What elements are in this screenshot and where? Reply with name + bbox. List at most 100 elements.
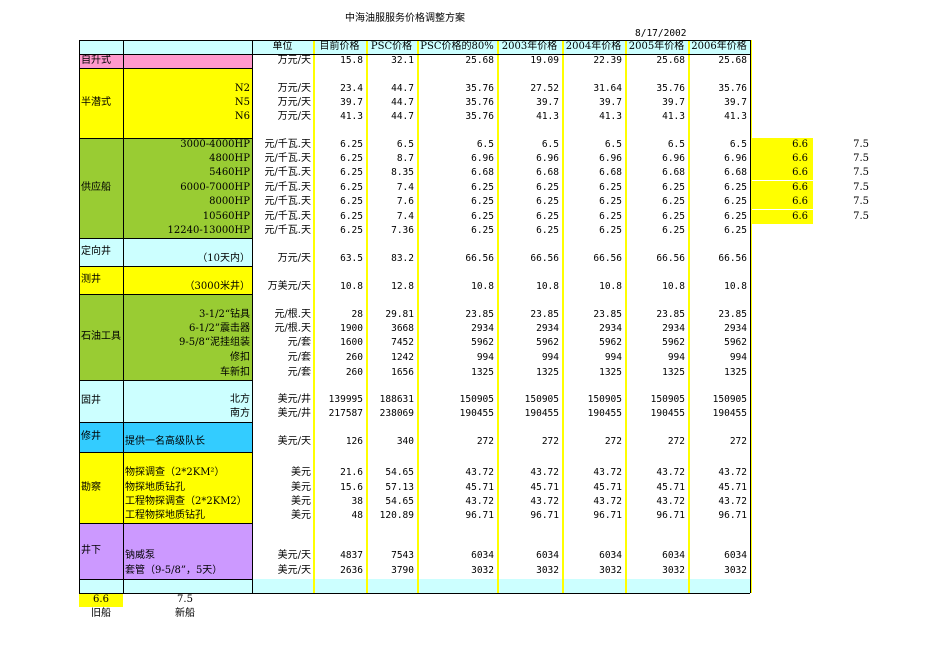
price-cell: 272	[476, 436, 494, 447]
price-cell: 6.68	[536, 167, 559, 178]
row-description: 3000-4000HP	[180, 139, 250, 150]
price-cell: 43.72	[656, 467, 685, 478]
column-header: 2006年价格	[691, 41, 747, 52]
row-unit: 美元/天	[277, 565, 311, 576]
row-unit: 元/根.天	[274, 323, 311, 334]
price-cell: 8.35	[391, 167, 414, 178]
price-cell: 188631	[379, 394, 414, 405]
price-cell: 4837	[340, 550, 363, 561]
price-cell: 7.4	[396, 211, 414, 222]
price-cell: 96.71	[718, 510, 747, 521]
price-cell: 3032	[599, 565, 622, 576]
price-cell: 1325	[662, 367, 685, 378]
column-header: 单位	[272, 41, 293, 52]
column-header: 目前价格	[319, 41, 360, 52]
price-cell: 190455	[650, 408, 685, 419]
column-header: PSC价格	[370, 41, 413, 52]
column-header: 2005年价格	[628, 41, 685, 52]
price-cell: 25.68	[656, 55, 685, 66]
price-cell: 6.68	[471, 167, 494, 178]
row-description: 工程物探调查（2*2KM2）	[125, 496, 247, 507]
price-cell: 126	[345, 436, 363, 447]
price-cell: 150905	[459, 394, 494, 405]
price-cell: 5962	[471, 337, 494, 348]
group-divider	[79, 266, 252, 267]
price-cell: 27.52	[530, 83, 559, 94]
row-unit: 元/千瓦.天	[264, 196, 311, 207]
price-cell: 6.25	[340, 139, 363, 150]
grid-vline-border	[123, 40, 124, 593]
price-cell: 6.25	[724, 196, 747, 207]
grid-top	[79, 40, 750, 41]
price-cell: 10.8	[471, 281, 494, 292]
row-unit: 美元	[291, 510, 311, 521]
price-cell: 12.8	[391, 281, 414, 292]
group-divider	[79, 294, 252, 295]
price-cell: 190455	[587, 408, 622, 419]
group-divider	[79, 380, 252, 381]
price-cell: 19.09	[530, 55, 559, 66]
row-description: 提供一名高级队长	[125, 436, 205, 447]
row-unit: 美元/井	[277, 408, 311, 419]
price-cell: 6.96	[536, 153, 559, 164]
price-cell: 6.68	[662, 167, 685, 178]
price-cell: 1325	[724, 367, 747, 378]
extra-old-price: 6.6	[792, 153, 808, 164]
price-cell: 48	[351, 510, 363, 521]
extra-new-price: 7.5	[853, 196, 869, 207]
price-cell: 6.25	[599, 211, 622, 222]
price-cell: 39.7	[599, 97, 622, 108]
group-divider	[79, 579, 252, 580]
price-cell: 7.4	[396, 182, 414, 193]
row-description: 6000-7000HP	[180, 182, 250, 193]
price-cell: 260	[345, 352, 363, 363]
price-cell: 6.5	[729, 139, 747, 150]
price-cell: 120.89	[379, 510, 414, 521]
price-cell: 15.8	[340, 55, 363, 66]
price-cell: 43.72	[593, 467, 622, 478]
price-cell: 43.72	[593, 496, 622, 507]
group-label: 测井	[81, 274, 101, 285]
price-cell: 5962	[662, 337, 685, 348]
price-cell: 39.7	[536, 97, 559, 108]
price-cell: 6.25	[599, 182, 622, 193]
price-cell: 22.39	[593, 55, 622, 66]
price-cell: 6.5	[604, 139, 622, 150]
group-label: 定向井	[81, 246, 111, 257]
grid-header-bottom	[79, 54, 750, 55]
price-cell: 66.56	[593, 253, 622, 264]
row-unit: 元/千瓦.天	[264, 225, 311, 236]
price-cell: 238069	[379, 408, 414, 419]
price-cell: 340	[396, 436, 414, 447]
price-cell: 994	[604, 352, 622, 363]
price-cell: 150905	[524, 394, 559, 405]
price-cell: 96.71	[656, 510, 685, 521]
price-cell: 6.25	[662, 225, 685, 236]
price-cell: 41.3	[724, 111, 747, 122]
price-cell: 15.6	[340, 482, 363, 493]
price-cell: 25.68	[465, 55, 494, 66]
row-description: 10560HP	[202, 211, 250, 222]
price-cell: 150905	[650, 394, 685, 405]
price-cell: 35.76	[465, 83, 494, 94]
price-cell: 6.96	[662, 153, 685, 164]
group-label: 半潜式	[81, 97, 111, 108]
group-divider	[79, 68, 252, 69]
footer-new-value: 7.5	[177, 594, 193, 605]
price-cell: 44.7	[391, 111, 414, 122]
price-cell: 3032	[536, 565, 559, 576]
price-cell: 7543	[391, 550, 414, 561]
price-cell: 39.7	[662, 97, 685, 108]
extra-new-price: 7.5	[853, 139, 869, 150]
row-description: （3000米井）	[184, 281, 250, 292]
sheet-date: 8/17/2002	[635, 28, 687, 39]
grid-vline-border	[750, 40, 751, 593]
price-cell: 7.36	[391, 225, 414, 236]
price-cell: 150905	[587, 394, 622, 405]
price-cell: 8.7	[396, 153, 414, 164]
row-unit: 元/千瓦.天	[264, 167, 311, 178]
price-cell: 6.96	[599, 153, 622, 164]
footer-new-label: 新船	[175, 608, 195, 619]
price-cell: 7.6	[396, 196, 414, 207]
row-unit: 美元/天	[277, 550, 311, 561]
